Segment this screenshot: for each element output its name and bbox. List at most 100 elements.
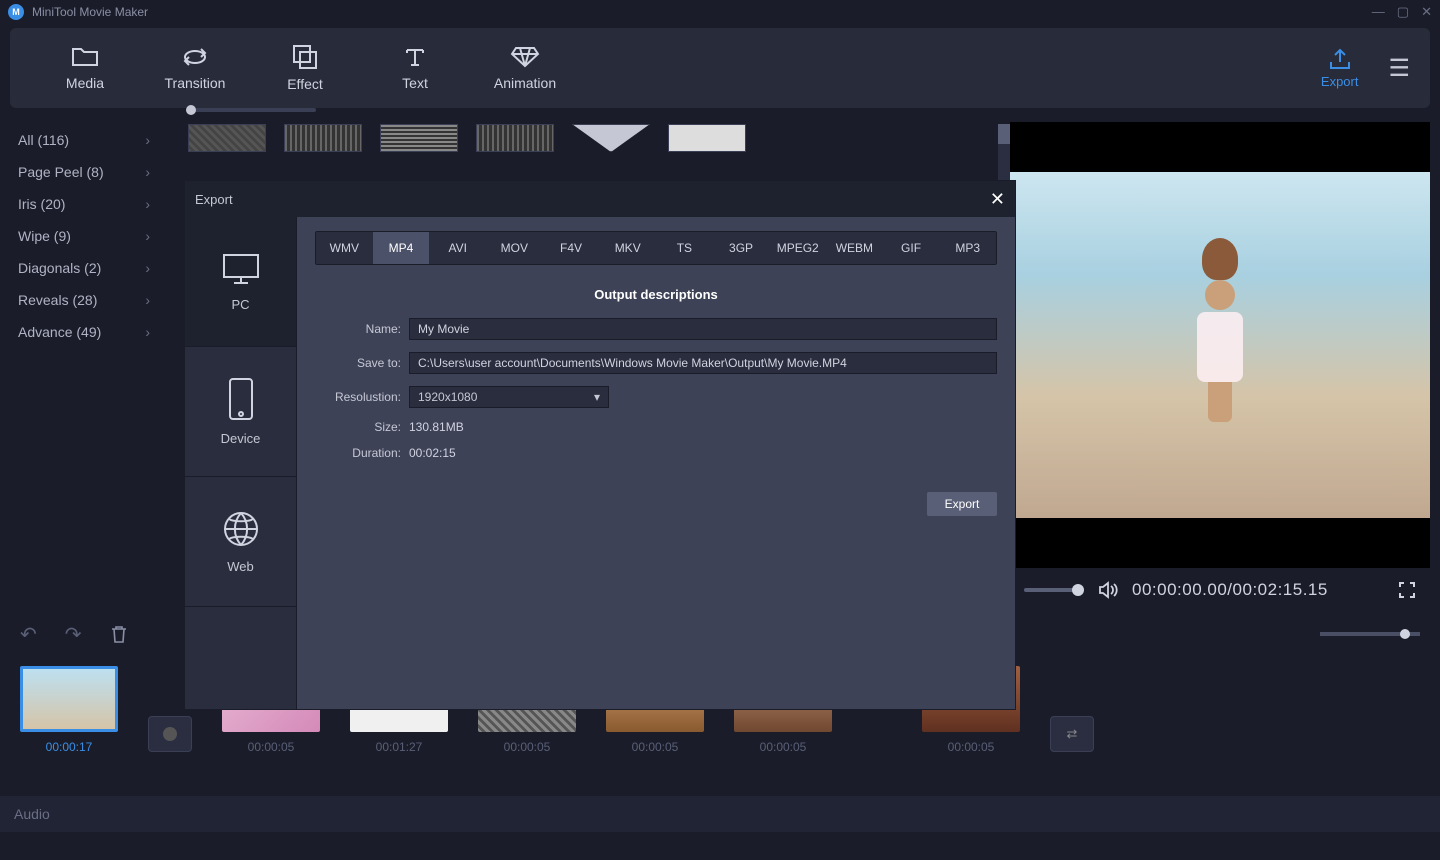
format-tab-mp4[interactable]: MP4 xyxy=(373,232,430,264)
preview-panel: 00:00:00.00/00:02:15.15 xyxy=(1010,122,1430,612)
clip-time: 00:00:05 xyxy=(760,740,807,754)
target-tab-label: Device xyxy=(221,431,261,446)
format-tab-gif[interactable]: GIF xyxy=(883,232,940,264)
size-label: Size: xyxy=(315,420,409,434)
format-tab-mpeg2[interactable]: MPEG2 xyxy=(769,232,826,264)
redo-icon[interactable]: ↷ xyxy=(65,622,82,647)
sidebar-item[interactable]: Reveals (28)› xyxy=(0,284,168,316)
target-tab-web[interactable]: Web xyxy=(185,477,296,607)
main-toolbar: Media Transition Effect Text Animation E… xyxy=(10,28,1430,108)
transition-button[interactable]: Transition xyxy=(140,45,250,91)
chevron-right-icon: › xyxy=(145,132,150,148)
duration-value: 00:02:15 xyxy=(409,446,456,460)
format-tab-mkv[interactable]: MKV xyxy=(599,232,656,264)
clip-time: 00:00:05 xyxy=(948,740,995,754)
target-tab-label: Web xyxy=(227,559,254,574)
duration-label: Duration: xyxy=(315,446,409,460)
format-tab-wmv[interactable]: WMV xyxy=(316,232,373,264)
export-dialog: Export ✕ PC Device Web WMVMP4AVIMOVF4VMKVT… xyxy=(184,180,1016,710)
target-tab-pc[interactable]: PC xyxy=(185,217,296,347)
speaker-icon[interactable] xyxy=(1098,581,1118,599)
format-tab-mov[interactable]: MOV xyxy=(486,232,543,264)
sidebar-item-label: Iris (20) xyxy=(18,196,65,212)
media-label: Media xyxy=(66,75,104,91)
audio-track[interactable]: Audio xyxy=(0,796,1440,832)
close-icon[interactable]: ✕ xyxy=(1421,4,1432,20)
output-desc-heading: Output descriptions xyxy=(315,287,997,302)
target-tab-label: PC xyxy=(231,297,249,312)
diamond-icon xyxy=(510,45,540,69)
dialog-content: WMVMP4AVIMOVF4VMKVTS3GPMPEG2WEBMGIFMP3 O… xyxy=(297,217,1015,709)
format-tab-mp3[interactable]: MP3 xyxy=(939,232,996,264)
media-button[interactable]: Media xyxy=(30,45,140,91)
app-logo-icon: M xyxy=(8,4,24,20)
undo-icon[interactable]: ↶ xyxy=(20,622,37,647)
clip-time: 00:01:27 xyxy=(376,740,423,754)
format-tab-3gp[interactable]: 3GP xyxy=(713,232,770,264)
format-tab-webm[interactable]: WEBM xyxy=(826,232,883,264)
transition-slot[interactable]: ⇄ xyxy=(1050,716,1094,752)
export-confirm-button[interactable]: Export xyxy=(927,492,997,516)
dialog-target-tabs: PC Device Web xyxy=(185,217,297,709)
menu-icon[interactable]: ☰ xyxy=(1388,54,1410,83)
sidebar-item[interactable]: Wipe (9)› xyxy=(0,220,168,252)
sidebar-item[interactable]: Diagonals (2)› xyxy=(0,252,168,284)
preview-subject xyxy=(1190,276,1250,416)
name-label: Name: xyxy=(315,322,409,336)
text-button[interactable]: Text xyxy=(360,45,470,91)
sidebar-item[interactable]: Advance (49)› xyxy=(0,316,168,348)
device-icon xyxy=(226,377,256,421)
category-sidebar: All (116)›Page Peel (8)›Iris (20)›Wipe (… xyxy=(0,112,168,612)
sidebar-item[interactable]: Page Peel (8)› xyxy=(0,156,168,188)
volume-slider[interactable] xyxy=(1024,588,1084,592)
chevron-right-icon: › xyxy=(145,292,150,308)
transition-slot[interactable] xyxy=(148,716,192,752)
name-input[interactable]: My Movie xyxy=(409,318,997,340)
app-title: MiniTool Movie Maker xyxy=(32,5,148,19)
pc-icon xyxy=(220,251,262,287)
format-tab-avi[interactable]: AVI xyxy=(429,232,486,264)
text-icon xyxy=(403,45,427,69)
fullscreen-icon[interactable] xyxy=(1398,581,1416,599)
export-button[interactable]: Export xyxy=(1321,48,1359,89)
clip-time: 00:00:05 xyxy=(504,740,551,754)
chevron-right-icon: › xyxy=(145,228,150,244)
presets-slider[interactable] xyxy=(186,108,316,112)
sidebar-item-label: All (116) xyxy=(18,132,69,148)
zoom-slider[interactable] xyxy=(1320,632,1420,636)
saveto-input[interactable]: C:\Users\user account\Documents\Windows … xyxy=(409,352,997,374)
clip-thumb xyxy=(20,666,118,732)
format-tab-f4v[interactable]: F4V xyxy=(543,232,600,264)
titlebar: M MiniTool Movie Maker — ▢ ✕ xyxy=(0,0,1440,24)
audio-label: Audio xyxy=(14,806,50,822)
timeline-clip[interactable]: 00:00:17 xyxy=(20,666,118,754)
trash-icon[interactable] xyxy=(110,624,128,644)
format-tabs: WMVMP4AVIMOVF4VMKVTS3GPMPEG2WEBMGIFMP3 xyxy=(315,231,997,265)
size-value: 130.81MB xyxy=(409,420,464,434)
transition-label: Transition xyxy=(165,75,226,91)
text-label: Text xyxy=(402,75,428,91)
preset-thumb[interactable] xyxy=(476,124,554,152)
target-tab-device[interactable]: Device xyxy=(185,347,296,477)
chevron-right-icon: › xyxy=(145,324,150,340)
maximize-icon[interactable]: ▢ xyxy=(1397,4,1409,20)
chevron-right-icon: › xyxy=(145,196,150,212)
chevron-right-icon: › xyxy=(145,164,150,180)
effect-button[interactable]: Effect xyxy=(250,44,360,92)
animation-button[interactable]: Animation xyxy=(470,45,580,91)
preset-thumb[interactable] xyxy=(668,124,746,152)
format-tab-ts[interactable]: TS xyxy=(656,232,713,264)
resolution-select[interactable]: 1920x1080 ▾ xyxy=(409,386,609,408)
dialog-close-icon[interactable]: ✕ xyxy=(990,189,1005,210)
preset-thumb[interactable] xyxy=(188,124,266,152)
minimize-icon[interactable]: — xyxy=(1372,4,1385,20)
time-display: 00:00:00.00/00:02:15.15 xyxy=(1132,580,1328,600)
sidebar-item[interactable]: Iris (20) › xyxy=(0,188,168,220)
chevron-right-icon: › xyxy=(145,260,150,276)
preset-thumb[interactable] xyxy=(284,124,362,152)
sidebar-item[interactable]: All (116) › xyxy=(0,124,168,156)
preset-thumb[interactable] xyxy=(380,124,458,152)
preview-video[interactable] xyxy=(1010,122,1430,568)
effect-icon xyxy=(292,44,318,70)
preset-thumb[interactable] xyxy=(572,124,650,152)
